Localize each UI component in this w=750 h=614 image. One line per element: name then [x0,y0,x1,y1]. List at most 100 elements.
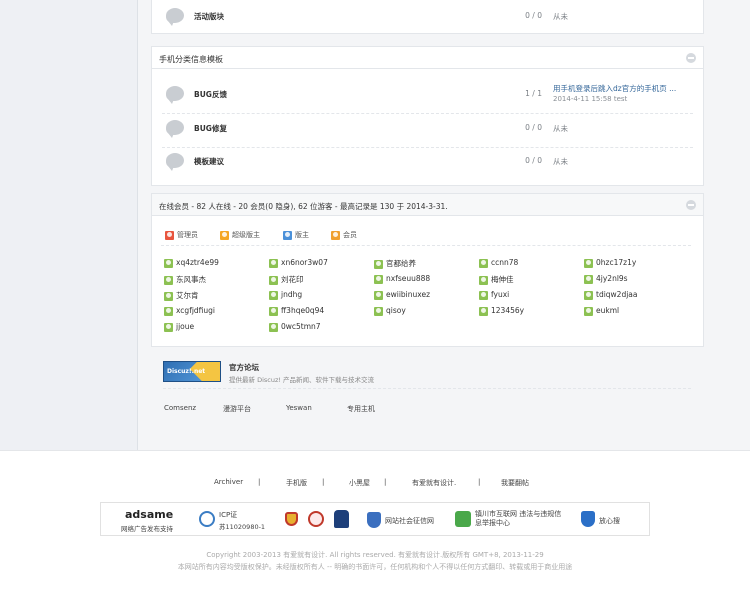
user-name[interactable]: jndhg [281,290,302,299]
forum-name[interactable]: 活动版块 [194,11,224,22]
member-icon [269,322,278,332]
internet-report-label[interactable]: 镇川市互联网 违法与违规信息举报中心 [475,510,567,528]
online-user[interactable]: tdiqw2djaa [584,290,638,300]
shield-check-icon [367,512,381,528]
seal-icon[interactable] [308,511,324,527]
collapse-icon[interactable] [686,200,696,210]
links-divider [163,388,691,389]
footer-separator: | [478,478,481,486]
online-user[interactable]: ccnn78 [479,258,518,268]
footer-link-archiver[interactable]: Archiver [214,478,243,486]
left-sidebar-background [0,0,138,450]
category-header: 手机分类信息模板 [152,47,703,69]
online-user[interactable]: xq4ztr4e99 [164,258,219,268]
online-title: 在线会员 - 82 人在线 - 20 会员(0 隐身), 62 位游客 - 最高… [159,202,448,211]
user-name[interactable]: 艾尔肯 [176,291,199,300]
online-user[interactable]: 梅伸佳 [479,274,514,285]
online-user[interactable]: qisoy [374,306,406,316]
online-user[interactable]: 0wc5tmn7 [269,322,321,332]
mod-icon [283,230,292,240]
footer-link-mobile[interactable]: 手机版 [286,478,307,488]
member-icon [331,230,340,240]
user-name[interactable]: ccnn78 [491,258,518,267]
online-user[interactable]: 4jy2nl9s [584,274,628,284]
adsame-logo[interactable]: adsame [125,508,173,521]
user-name[interactable]: 0wc5tmn7 [281,322,321,331]
user-name[interactable]: 4jy2nl9s [596,274,628,283]
user-name[interactable]: fyuxi [491,290,509,299]
online-user[interactable]: jjoue [164,322,194,332]
online-user[interactable]: 东风事杰 [164,274,206,285]
member-icon [269,290,278,300]
net-police-label[interactable]: 网站社会征信网 [385,516,434,526]
online-user[interactable]: 官都给养 [374,258,416,269]
forum-row-bug-feedback[interactable]: BUG反馈 1 / 1 用手机登录后跳入dz官方的手机页 ... 2014-4-… [152,79,705,111]
user-name[interactable]: eukml [596,306,619,315]
online-user[interactable]: ff3hqe0q94 [269,306,324,316]
online-user[interactable]: xcgfjdfiugi [164,306,215,316]
user-name[interactable]: 梅伸佳 [491,275,514,284]
user-name[interactable]: xq4ztr4e99 [176,258,219,267]
user-name[interactable]: 刘花印 [281,275,304,284]
forum-name[interactable]: BUG修复 [194,123,227,134]
user-name[interactable]: jjoue [176,322,194,331]
legend-admin: 管理员 [165,230,198,240]
member-icon [269,306,278,316]
member-icon [479,258,488,268]
user-name[interactable]: xcgfjdfiugi [176,306,215,315]
partner-link[interactable]: Yeswan [286,404,312,412]
partner-link[interactable]: Comsenz [164,404,196,412]
online-user[interactable]: 艾尔肯 [164,290,199,301]
user-name[interactable]: ff3hqe0q94 [281,306,324,315]
footer-link-site[interactable]: 有爱就有设计. [412,478,456,488]
user-name[interactable]: qisoy [386,306,406,315]
logo-text: Discuz!.net [167,368,206,375]
online-user[interactable]: jndhg [269,290,302,300]
user-name[interactable]: ewiibinuxez [386,290,430,299]
footer-link-blackroom[interactable]: 小黑屋 [349,478,370,488]
partner-link[interactable]: 漫游平台 [223,404,251,414]
forum-name[interactable]: BUG反馈 [194,89,227,100]
online-user[interactable]: 刘花印 [269,274,304,285]
official-logo[interactable]: Discuz!.net [163,361,221,382]
supermod-icon [220,230,229,240]
icp-number: 苏11020980-1 [219,523,266,531]
trust-label[interactable]: 放心搜 [599,516,620,526]
collapse-icon[interactable] [686,53,696,63]
police-badge-icon[interactable] [334,510,349,528]
forum-row-bug-fix[interactable]: BUG修复 0 / 0 从未 [152,113,705,145]
forum-row-activity[interactable]: 活动版块 0 / 0 从未 [152,1,705,33]
user-name[interactable]: 123456y [491,306,524,315]
last-post-link[interactable]: 用手机登录后跳入dz官方的手机页 ... [553,83,676,94]
online-user[interactable]: 0hzc17z1y [584,258,636,268]
user-name[interactable]: xn6nor3w07 [281,258,328,267]
member-icon [269,258,278,268]
member-icon [584,290,593,300]
forum-row-template-suggestion[interactable]: 模板建议 0 / 0 从未 [152,146,705,178]
partner-link[interactable]: 专用主机 [347,404,375,414]
member-icon [479,275,488,285]
forum-name[interactable]: 模板建议 [194,156,224,167]
legend-member: 会员 [331,230,357,240]
user-name[interactable]: 0hzc17z1y [596,258,636,267]
category-title[interactable]: 手机分类信息模板 [159,54,223,65]
user-name[interactable]: 官都给养 [386,259,416,268]
forum-last-post: 从未 [553,124,568,133]
online-user[interactable]: eukml [584,306,619,316]
user-name[interactable]: 东风事杰 [176,275,206,284]
official-title[interactable]: 官方论坛 [229,362,259,373]
icp-label[interactable]: ICP证 [219,510,237,520]
footer-link-report[interactable]: 我要翻帖 [501,478,529,488]
online-user[interactable]: 123456y [479,306,524,316]
forum-bubble-icon [166,8,184,26]
online-user[interactable]: fyuxi [479,290,509,300]
shield-icon[interactable] [285,512,298,526]
online-user[interactable]: nxfseuu888 [374,274,430,284]
online-user[interactable]: xn6nor3w07 [269,258,328,268]
online-user[interactable]: ewiibinuxez [374,290,430,300]
footer-separator: | [384,478,387,486]
user-name[interactable]: tdiqw2djaa [596,290,638,299]
member-icon [374,306,383,316]
forum-bubble-icon [166,153,184,171]
user-name[interactable]: nxfseuu888 [386,274,430,283]
